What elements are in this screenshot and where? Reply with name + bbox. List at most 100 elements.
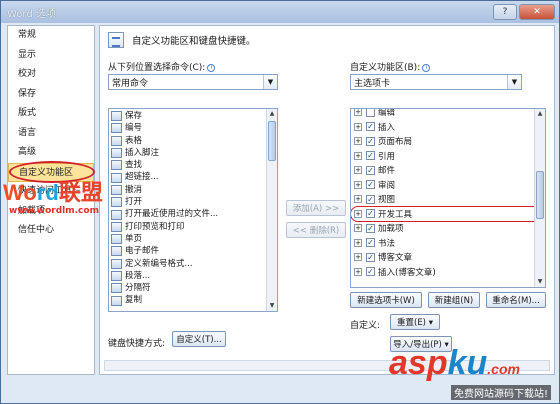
expand-icon[interactable]: + [354,195,362,204]
ribbon-tab-item[interactable]: + ✓ 书法 [351,236,545,251]
command-list-item[interactable]: 电子邮件 [109,245,277,257]
command-list-item[interactable]: 超链接... [109,171,277,183]
tab-checkbox[interactable]: ✓ [366,267,375,277]
ribbon-tabs-tree[interactable]: + 编辑 + ✓ 插入 + ✓ 页面布局 + ✓ 引用 + ✓ 邮件 + ✓ 审阅 + ✓ 视图 + ✓ 开发工具 + ✓ 加载项… [350,108,546,288]
command-list-item[interactable]: 单页 [109,233,277,245]
nav-item-proofing[interactable]: 校对 [8,65,94,85]
ribbon-tabs-select[interactable]: 主选项卡 ▼ [350,74,522,90]
command-label: 打印预览和打印 [125,221,185,232]
command-list-item[interactable]: 表格▶ [109,135,277,147]
command-list-item[interactable]: 撤消▶ [109,184,277,196]
command-icon [111,172,122,183]
chevron-down-icon[interactable]: ▼ [507,75,521,89]
command-list-item[interactable]: 段落... [109,270,277,282]
panel-header: 自定义功能区和键盘快捷键。 [108,32,256,48]
ribbon-tab-item[interactable]: + ✓ 博客文章 [351,250,545,265]
tab-checkbox[interactable] [366,109,375,117]
tab-checkbox[interactable]: ✓ [366,238,375,248]
expand-icon[interactable]: + [354,109,362,117]
command-list-item[interactable]: 插入脚注 [109,147,277,159]
wm-word-r: rd [36,180,59,205]
expand-icon[interactable]: + [354,180,362,189]
new-group-button[interactable]: 新建组(N) [428,292,480,308]
ribbon-tab-item[interactable]: + ✓ 插入 [351,120,545,135]
commands-list-scrollbar[interactable]: ▲ ▼ [266,109,277,311]
nav-item-save[interactable]: 保存 [8,85,94,105]
scroll-down-icon[interactable]: ▼ [535,277,545,287]
expand-icon[interactable]: + [354,151,362,160]
nav-item-advanced[interactable]: 高级 [8,143,94,163]
add-button[interactable]: 添加(A) >> [286,200,346,216]
tab-checkbox[interactable]: ✓ [366,223,375,233]
ribbon-tab-item[interactable]: + ✓ 审阅 [351,178,545,193]
keyboard-shortcuts-label: 键盘快捷方式: [108,339,166,349]
nav-item-layout[interactable]: 版式 [8,104,94,124]
reset-button[interactable]: 重置(E) ▾ [390,314,440,330]
expand-icon[interactable]: + [354,238,362,247]
ribbon-tab-item[interactable]: + ✓ 引用 [351,149,545,164]
customize-ribbon-panel: 自定义功能区和键盘快捷键。 从下列位置选择命令(C): i 常用命令 ▼ 保存 编号… [99,25,555,375]
scroll-up-icon[interactable]: ▲ [535,109,545,119]
command-list-item[interactable]: 定义新编号格式... [109,258,277,270]
command-list-item[interactable]: 查找 [109,159,277,171]
nav-item-general[interactable]: 常规 [8,26,94,46]
nav-item-language[interactable]: 语言 [8,124,94,144]
expand-icon[interactable]: + [354,209,362,218]
command-list-item[interactable]: 打印预览和打印 [109,221,277,233]
ribbon-tab-label: 编辑 [378,108,396,119]
expand-icon[interactable]: + [354,122,362,131]
command-list-item[interactable]: 分隔符▶ [109,282,277,294]
scroll-thumb[interactable] [536,171,544,219]
command-icon [111,258,122,269]
ribbon-tab-item[interactable]: + ✓ 加载项 [351,221,545,236]
command-list-item[interactable]: 保存 [109,110,277,122]
ribbon-tab-item[interactable]: + ✓ 邮件 [351,163,545,178]
ribbon-tab-item[interactable]: + ✓ 开发工具 [351,205,545,222]
chevron-down-icon[interactable]: ▼ [263,75,277,89]
close-button[interactable]: ✕ [519,4,555,20]
command-list-item[interactable]: 打开最近使用过的文件... [109,208,277,220]
expand-icon[interactable]: + [354,166,362,175]
commands-list[interactable]: 保存编号▶表格▶插入脚注查找超链接...撤消▶打开打开最近使用过的文件...打印… [108,108,278,312]
tab-checkbox[interactable]: ✓ [366,209,375,219]
tab-checkbox[interactable]: ✓ [366,194,375,204]
new-tab-button[interactable]: 新建选项卡(W) [350,292,422,308]
ribbon-tab-item[interactable]: + ✓ 插入(博客文章) [351,265,545,280]
scroll-thumb[interactable] [268,121,276,161]
command-icon [111,209,122,220]
ribbon-tab-label: 页面布局 [378,137,413,148]
customize-label: 自定义: [350,321,381,331]
tab-checkbox[interactable]: ✓ [366,180,375,190]
tab-checkbox[interactable]: ✓ [366,136,375,146]
expand-icon[interactable]: + [354,137,362,146]
tab-checkbox[interactable]: ✓ [366,252,375,262]
tab-checkbox[interactable]: ✓ [366,165,375,175]
ribbon-tab-label: 博客文章 [378,253,413,264]
ribbon-tree-scrollbar[interactable]: ▲ ▼ [534,109,545,287]
commands-source-select[interactable]: 常用命令 ▼ [108,74,278,90]
expand-icon[interactable]: + [354,253,362,262]
scroll-up-icon[interactable]: ▲ [267,109,277,119]
tab-checkbox[interactable]: ✓ [366,151,375,161]
command-label: 分隔符 [125,283,151,294]
nav-item-display[interactable]: 显示 [8,46,94,66]
expand-icon[interactable]: + [354,267,362,276]
customize-shortcuts-button[interactable]: 自定义(T)... [172,331,226,347]
nav-item-trust-center[interactable]: 信任中心 [8,221,94,241]
command-list-item[interactable]: 打开 [109,196,277,208]
command-icon [111,123,122,134]
command-list-item[interactable]: 编号▶ [109,122,277,134]
tab-checkbox[interactable]: ✓ [366,122,375,132]
commands-source-value: 常用命令 [112,78,149,89]
wordlm-watermark-logo: Word联盟 [3,181,103,205]
remove-button[interactable]: << 删除(R) [286,222,346,238]
ribbon-tab-item[interactable]: + ✓ 页面布局 [351,134,545,149]
customize-ribbon-label: 自定义功能区(B): i [350,60,431,73]
help-button[interactable]: ? [493,4,517,20]
scroll-down-icon[interactable]: ▼ [267,301,277,311]
ribbon-tab-item[interactable]: + 编辑 [351,108,545,120]
expand-icon[interactable]: + [354,224,362,233]
rename-button[interactable]: 重命名(M)... [486,292,546,308]
command-list-item[interactable]: 复制 [109,294,277,306]
ribbon-tab-item[interactable]: + ✓ 视图 [351,192,545,207]
